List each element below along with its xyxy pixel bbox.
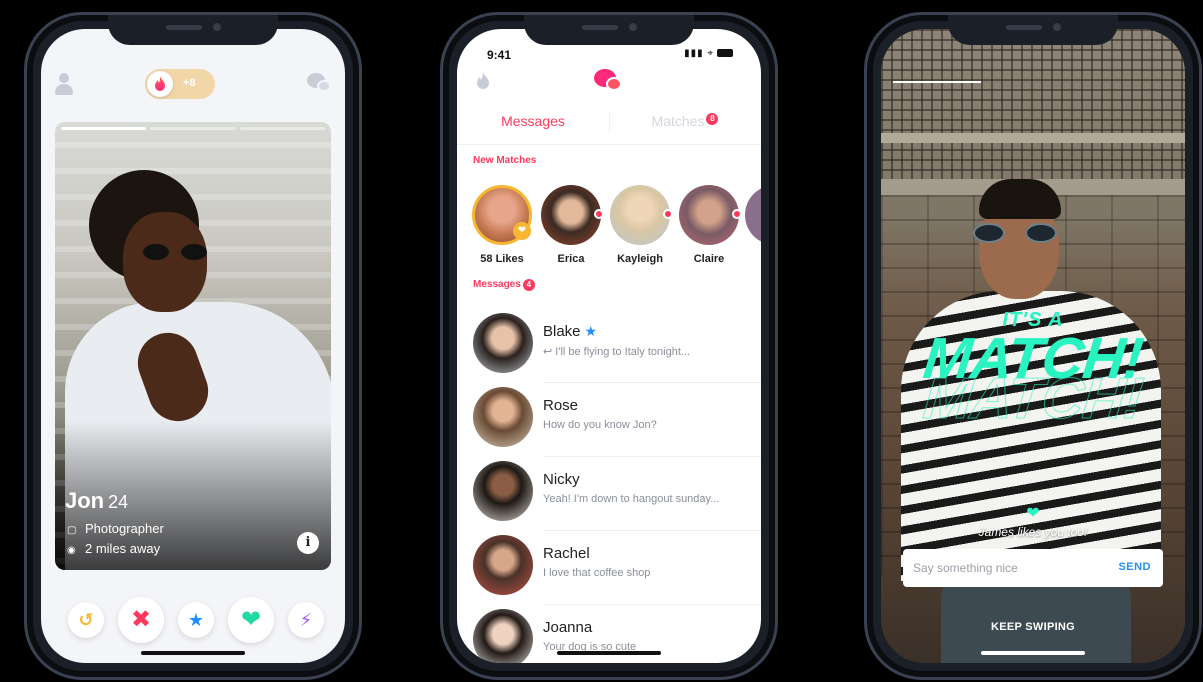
location-pin-icon: ◉ bbox=[67, 545, 76, 556]
tab-messages[interactable]: Messages bbox=[457, 113, 609, 129]
new-matches-label: New Matches bbox=[473, 155, 537, 166]
messages-screen: 9:41 ▮▮▮ ⌖ Messages Matches 8 New Matches… bbox=[457, 29, 761, 663]
new-matches-row: ❤ 58 Likes Erica Kayleigh Claire bbox=[457, 185, 761, 271]
rewind-button[interactable]: ↺ bbox=[68, 602, 104, 638]
home-indicator bbox=[557, 651, 661, 655]
boost-toggle[interactable]: +8 bbox=[145, 69, 215, 99]
heart-icon: ❤ bbox=[1026, 505, 1040, 522]
message-list: Blake ★ ↩ I'll be flying to Italy tonight… bbox=[457, 309, 761, 663]
match-item[interactable]: Claire bbox=[678, 185, 742, 265]
message-name: Joanna bbox=[543, 619, 593, 636]
swipe-screen: +8 Jon 24 ▢ Photographer ◉ 2 miles away i ↺… bbox=[41, 29, 345, 663]
match-name: Erica bbox=[557, 253, 585, 265]
avatar bbox=[745, 185, 761, 245]
likes-you-text: James likes you too! bbox=[978, 525, 1088, 539]
avatar bbox=[679, 185, 742, 245]
matches-badge: 8 bbox=[706, 113, 719, 125]
home-indicator bbox=[981, 651, 1085, 655]
close-icon: ✖ bbox=[130, 606, 152, 633]
match-title: MATCH! bbox=[920, 326, 1146, 391]
phone-swipe-screen: +8 Jon 24 ▢ Photographer ◉ 2 miles away i ↺… bbox=[24, 12, 362, 680]
phone-match-screen: IT'S A MATCH! MATCH! ❤ James likes you t… bbox=[864, 12, 1202, 680]
heart-icon: ❤ bbox=[240, 606, 262, 633]
action-bar: ↺ ✖ ★ ❤ ⚡ bbox=[41, 595, 345, 645]
match-name: Kayleigh bbox=[617, 253, 663, 265]
message-name: Rose bbox=[543, 397, 579, 414]
avatar bbox=[473, 535, 533, 595]
profile-name: Jon 24 bbox=[65, 488, 129, 513]
match-name: 58 Likes bbox=[480, 253, 524, 265]
status-time: 9:41 bbox=[487, 48, 512, 62]
match-item-likes[interactable]: ❤ 58 Likes bbox=[471, 185, 533, 265]
photo-progress bbox=[893, 81, 981, 83]
match-item[interactable]: Kayleigh bbox=[609, 185, 673, 265]
list-item[interactable]: Nicky Yeah! I'm down to hangout sunday..… bbox=[457, 457, 761, 531]
avatar bbox=[473, 461, 533, 521]
flame-icon[interactable] bbox=[475, 71, 491, 91]
match-item[interactable]: Erica bbox=[540, 185, 604, 265]
send-button[interactable]: SEND bbox=[1118, 561, 1151, 573]
message-preview: How do you know Jon? bbox=[543, 419, 657, 431]
avatar bbox=[610, 185, 673, 245]
message-name: Blake ★ bbox=[543, 323, 598, 340]
boost-count: +8 bbox=[183, 77, 196, 89]
heart-icon: ❤ bbox=[513, 222, 531, 240]
message-preview: Yeah! I'm down to hangout sunday... bbox=[543, 493, 720, 505]
wifi-icon: ⌖ bbox=[707, 48, 714, 59]
chat-icon[interactable] bbox=[307, 73, 333, 95]
message-preview: I love that coffee shop bbox=[543, 567, 651, 579]
message-name: Rachel bbox=[543, 545, 590, 562]
message-name: Nicky bbox=[543, 471, 580, 488]
list-item[interactable]: Rachel I love that coffee shop bbox=[457, 531, 761, 605]
home-indicator bbox=[141, 651, 245, 655]
avatar bbox=[473, 313, 533, 373]
avatar bbox=[541, 185, 604, 245]
message-tabs: Messages Matches 8 bbox=[457, 109, 761, 145]
top-bar: +8 bbox=[41, 69, 345, 109]
super-like-star-icon: ★ bbox=[584, 323, 598, 339]
photo-progress bbox=[61, 127, 325, 130]
rewind-icon: ↺ bbox=[78, 610, 94, 630]
match-item[interactable] bbox=[745, 185, 761, 245]
profile-job: ▢ Photographer bbox=[67, 521, 164, 536]
status-icons: ▮▮▮ ⌖ bbox=[684, 48, 733, 59]
keep-swiping-button[interactable]: KEEP SWIPING bbox=[881, 621, 1185, 633]
nope-button[interactable]: ✖ bbox=[118, 597, 164, 643]
profile-distance: ◉ 2 miles away bbox=[67, 541, 161, 556]
avatar bbox=[473, 609, 533, 663]
signal-icon: ▮▮▮ bbox=[684, 48, 704, 59]
avatar: ❤ bbox=[472, 185, 532, 245]
profile-card[interactable]: Jon 24 ▢ Photographer ◉ 2 miles away i bbox=[55, 122, 331, 570]
message-input-box: SEND bbox=[903, 549, 1163, 587]
star-icon: ★ bbox=[187, 610, 205, 630]
profile-icon[interactable] bbox=[55, 73, 73, 95]
reply-icon: ↩ bbox=[543, 346, 556, 358]
super-like-button[interactable]: ★ bbox=[178, 602, 214, 638]
like-button[interactable]: ❤ bbox=[228, 597, 274, 643]
briefcase-icon: ▢ bbox=[67, 525, 77, 536]
lightning-icon: ⚡ bbox=[299, 610, 313, 630]
avatar bbox=[473, 387, 533, 447]
message-preview: ↩ I'll be flying to Italy tonight... bbox=[543, 346, 691, 358]
info-icon[interactable]: i bbox=[297, 532, 319, 554]
phone-messages-screen: 9:41 ▮▮▮ ⌖ Messages Matches 8 New Matches… bbox=[440, 12, 778, 680]
match-screen: IT'S A MATCH! MATCH! ❤ James likes you t… bbox=[881, 29, 1185, 663]
boost-button[interactable]: ⚡ bbox=[288, 602, 324, 638]
chat-logo-icon bbox=[594, 69, 624, 95]
messages-label: Messages 4 bbox=[473, 279, 535, 291]
list-item[interactable]: Rose How do you know Jon? bbox=[457, 383, 761, 457]
message-input[interactable] bbox=[913, 549, 1093, 587]
profile-age: 24 bbox=[108, 492, 129, 512]
flame-icon bbox=[147, 71, 173, 97]
list-item[interactable]: Blake ★ ↩ I'll be flying to Italy tonight… bbox=[457, 309, 761, 383]
battery-icon bbox=[717, 49, 733, 58]
messages-badge: 4 bbox=[522, 279, 535, 291]
tab-matches[interactable]: Matches 8 bbox=[609, 113, 761, 129]
match-name: Claire bbox=[693, 253, 725, 265]
